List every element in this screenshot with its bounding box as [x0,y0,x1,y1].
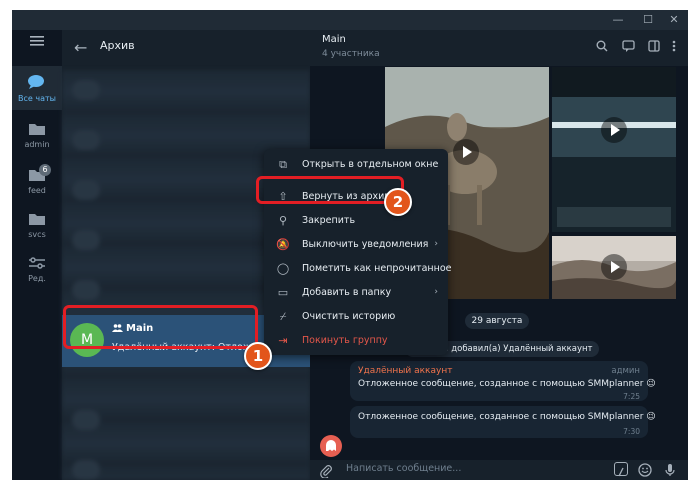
folder-admin[interactable]: admin [12,118,62,158]
folder-label: feed [28,186,46,195]
message-bubble[interactable]: Удалённый аккаунт админ Отложенное сообщ… [350,361,656,401]
menu-label: Покинуть группу [302,335,388,346]
menu-label: Пометить как непрочитанное [302,263,452,274]
edit-filters-icon [29,257,45,269]
folder-svcs[interactable]: svcs [12,208,62,248]
step-marker-1: 1 [244,342,272,370]
folder-label: Все чаты [18,94,56,103]
message-text: Отложенное сообщение, созданное с помощь… [358,379,656,389]
menu-open-new-window[interactable]: ⧉ Открыть в отдельном окне [264,153,448,177]
edit-folders[interactable]: Ред. [12,252,62,292]
play-icon [601,254,627,280]
folder-icon [29,124,45,135]
mute-icon: 🔕 [276,238,290,251]
menu-clear-history[interactable]: ⌿ Очистить историю [264,305,448,329]
play-icon [453,139,479,165]
composer: Написать сообщение... [310,460,688,480]
menu-pin[interactable]: ⚲ Закрепить [264,209,448,233]
close-button[interactable]: ✕ [660,12,688,28]
folder-feed[interactable]: 6 feed [12,164,62,204]
back-arrow-icon[interactable]: ← [74,38,87,57]
folder-label: svcs [28,230,46,239]
highlight-chat-row [63,305,258,349]
mark-unread-icon: ◯ [276,262,290,275]
chat-header: Main 4 участника [310,30,688,66]
menu-mark-unread[interactable]: ◯ Пометить как непрочитанное [264,257,452,281]
play-icon [601,117,627,143]
maximize-button[interactable]: ☐ [634,12,662,28]
menu-label: Очистить историю [302,311,396,322]
unread-badge: 6 [39,164,51,176]
message-bubble[interactable]: Отложенное сообщение, созданное с помощь… [350,406,656,438]
admin-badge: админ [611,366,640,376]
deleted-account-avatar[interactable] [320,435,342,457]
pin-icon: ⚲ [278,214,288,227]
commands-icon[interactable] [614,462,628,477]
list-header: ← Архив [62,30,310,64]
menu-leave-group[interactable]: ⇥ Покинуть группу [264,329,448,353]
broom-icon: ⌿ [279,310,287,323]
menu-label: Добавить в папку [302,287,392,298]
ghost-icon [326,440,336,451]
menu-label: Открыть в отдельном окне [302,159,439,170]
title-bar: — ☐ ✕ [12,10,688,30]
chat-bubbles-icon [28,75,44,89]
folder-label: admin [24,140,50,149]
chevron-right-icon: › [434,287,438,297]
folder-all-chats[interactable]: Все чаты [12,66,62,110]
message-text: Отложенное сообщение, созданное с помощь… [358,412,656,422]
message-author[interactable]: Удалённый аккаунт [358,366,452,376]
member-count: 4 участника [322,49,380,59]
search-icon[interactable] [596,40,608,55]
folder-label: Ред. [28,274,46,283]
folder-icon [29,214,45,225]
chat-title[interactable]: Main [322,34,346,45]
folder-add-icon: ▭ [277,286,289,299]
voice-chat-icon[interactable] [622,40,635,55]
message-time: 7:25 [623,392,640,401]
menu-button[interactable] [12,34,62,54]
minimize-button[interactable]: — [604,12,632,28]
highlight-unarchive [256,176,404,204]
attach-icon[interactable] [320,463,332,480]
sidebar-toggle-icon[interactable] [648,40,660,55]
date-separator: 29 августа [465,313,529,329]
leave-icon: ⇥ [278,334,288,347]
microphone-icon[interactable] [664,462,676,480]
menu-mute[interactable]: 🔕 Выключить уведомления › [264,233,448,257]
message-input[interactable]: Написать сообщение... [346,463,461,474]
video-thumbnail-ruins[interactable] [552,236,676,299]
emoji-icon[interactable] [638,462,652,480]
chevron-right-icon: › [434,239,438,249]
menu-add-to-folder[interactable]: ▭ Добавить в папку › [264,281,448,305]
telegram-window: — ☐ ✕ Все чаты admin 6 feed svcs Ред. ← … [12,10,688,480]
message-time: 7:30 [623,427,640,436]
street-image [552,67,676,232]
list-title: Архив [100,39,135,52]
more-icon[interactable] [672,40,676,55]
new-window-icon: ⧉ [279,158,287,171]
folders-rail: Все чаты admin 6 feed svcs Ред. [12,30,62,480]
video-thumbnail-street[interactable] [552,67,676,232]
menu-label: Выключить уведомления [302,239,429,250]
menu-label: Закрепить [302,215,356,226]
hamburger-menu-icon [30,36,44,46]
step-marker-2: 2 [384,188,412,216]
